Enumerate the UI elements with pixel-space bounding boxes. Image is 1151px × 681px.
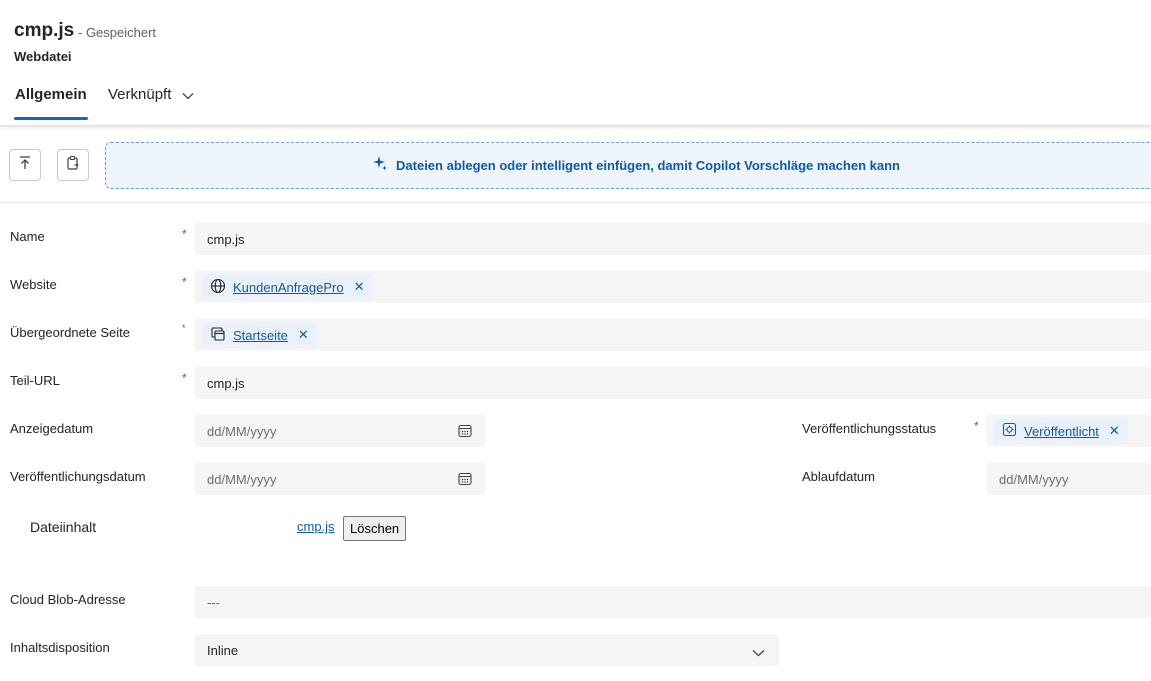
parent-page-lookup-tag: Startseite ✕	[202, 322, 317, 348]
expiry-date-placeholder: dd/MM/yyyy	[999, 471, 1069, 487]
copilot-sparkle-icon	[372, 155, 388, 176]
copilot-dropzone[interactable]: Dateien ablegen oder intelligent einfüge…	[105, 142, 1151, 189]
calendar-icon[interactable]	[458, 424, 472, 441]
record-title: cmp.js	[14, 20, 75, 41]
file-content-label: Dateiinhalt	[30, 519, 97, 535]
website-label: Website	[10, 277, 57, 292]
file-link[interactable]: cmp.js	[297, 519, 335, 534]
remove-publish-status-button[interactable]: ✕	[1109, 423, 1120, 439]
chevron-down-icon	[752, 645, 765, 660]
blob-address-value: ---	[207, 594, 220, 610]
parent-page-lookup[interactable]: Startseite ✕	[194, 319, 1151, 351]
parent-page-link[interactable]: Startseite	[233, 328, 288, 343]
display-date-placeholder: dd/MM/yyyy	[207, 423, 277, 439]
tab-verknuepft[interactable]: Verknüpft	[108, 86, 194, 104]
publish-status-link[interactable]: Veröffentlicht	[1024, 424, 1099, 439]
disposition-select[interactable]: Inline	[194, 634, 779, 666]
tab-verknuepft-label: Verknüpft	[108, 86, 172, 103]
form-header: cmp.js - Gespeichert Webdatei Allgemein …	[0, 0, 1151, 126]
name-value: cmp.js	[207, 231, 245, 247]
status-icon	[1002, 422, 1017, 440]
publish-date-input[interactable]: dd/MM/yyyy	[194, 463, 486, 495]
website-lookup-tag: KundenAnfragePro ✕	[202, 274, 373, 300]
required-marker: *	[182, 275, 187, 289]
required-marker: *	[182, 227, 187, 241]
blob-address-field: ---	[194, 586, 1151, 618]
tab-allgemein[interactable]: Allgemein	[15, 86, 87, 103]
paste-icon	[65, 155, 81, 176]
blob-address-label: Cloud Blob-Adresse	[10, 592, 126, 607]
header-divider	[0, 125, 1151, 127]
expiry-date-label: Ablaufdatum	[802, 469, 875, 484]
publish-date-placeholder: dd/MM/yyyy	[207, 471, 277, 487]
website-lookup[interactable]: KundenAnfragePro ✕	[194, 271, 1151, 303]
partial-url-label: Teil-URL	[10, 373, 60, 388]
pages-icon	[210, 326, 226, 345]
name-field[interactable]: cmp.js	[194, 223, 1151, 255]
name-label: Name	[10, 229, 45, 244]
partial-url-field[interactable]: cmp.js	[194, 367, 1151, 399]
parent-page-label: Übergeordnete Seite	[10, 325, 130, 340]
remove-parent-page-button[interactable]: ✕	[298, 327, 309, 343]
display-date-label: Anzeigedatum	[10, 421, 94, 436]
toolbar-divider	[0, 202, 1151, 203]
upload-button[interactable]	[9, 149, 41, 181]
publish-status-label: Veröffentlichungsstatus	[802, 421, 937, 436]
display-date-input[interactable]: dd/MM/yyyy	[194, 415, 486, 447]
calendar-icon[interactable]	[458, 472, 472, 489]
remove-website-button[interactable]: ✕	[354, 279, 365, 295]
disposition-label: Inhaltsdisposition	[10, 640, 110, 655]
required-marker: *	[974, 419, 979, 433]
delete-file-button[interactable]: Löschen	[343, 516, 407, 541]
entity-name: Webdatei	[14, 49, 72, 64]
save-status: - Gespeichert	[78, 25, 157, 40]
expiry-date-input[interactable]: dd/MM/yyyy	[986, 463, 1151, 495]
website-link[interactable]: KundenAnfragePro	[233, 280, 344, 295]
disposition-value: Inline	[207, 642, 239, 658]
partial-url-value: cmp.js	[207, 375, 245, 391]
globe-icon	[210, 278, 226, 297]
publish-status-lookup-tag: Veröffentlicht ✕	[994, 418, 1128, 444]
active-tab-indicator	[14, 117, 88, 120]
required-marker: *	[182, 371, 187, 385]
chevron-down-icon	[182, 87, 194, 104]
upload-icon	[17, 155, 33, 176]
dropzone-text: Dateien ablegen oder intelligent einfüge…	[396, 158, 900, 173]
publish-status-lookup[interactable]: Veröffentlicht ✕	[986, 415, 1151, 447]
paste-button[interactable]	[57, 149, 89, 181]
publish-date-label: Veröffentlichungsdatum	[10, 469, 146, 484]
recommended-marker: *	[182, 323, 186, 333]
